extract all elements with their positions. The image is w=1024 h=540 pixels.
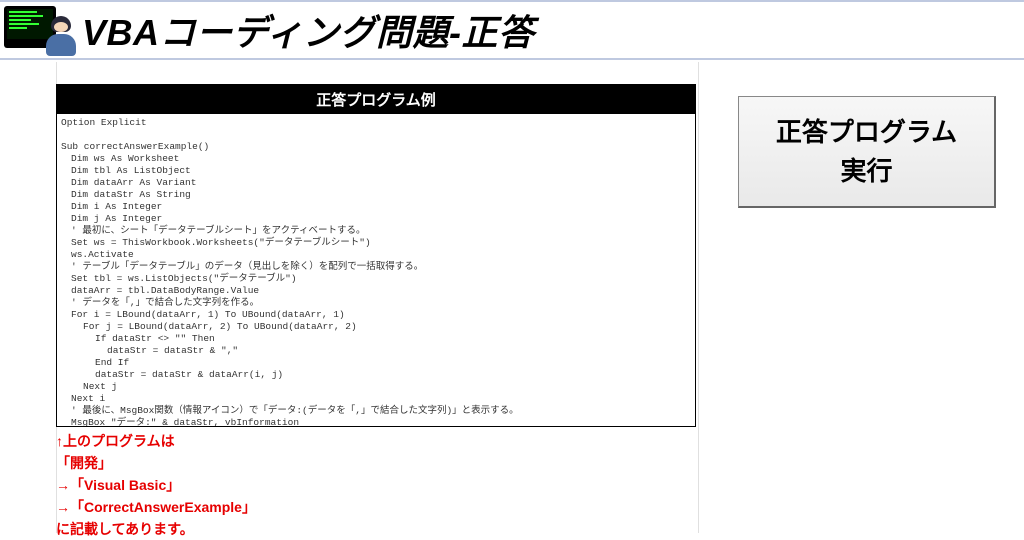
note-line: →「Visual Basic」 xyxy=(56,474,256,496)
run-button-line2: 実行 xyxy=(840,152,892,191)
note-line: 「開発」 xyxy=(56,452,256,474)
programmer-icon xyxy=(4,4,82,56)
code-line: Option Explicit xyxy=(61,117,691,129)
note-line: →「CorrectAnswerExample」 xyxy=(56,496,256,518)
code-line: ws.Activate xyxy=(61,249,691,261)
notes-text: ↑上のプログラムは「開発」→「Visual Basic」→「CorrectAns… xyxy=(56,430,256,540)
code-line: Next i xyxy=(61,393,691,405)
code-line: ' テーブル「データテーブル」のデータ（見出しを除く）を配列で一括取得する。 xyxy=(61,261,691,273)
code-line: Dim j As Integer xyxy=(61,213,691,225)
code-line: ' データを「,」で結合した文字列を作る。 xyxy=(61,297,691,309)
code-line: Next j xyxy=(61,381,691,393)
run-button-line1: 正答プログラム xyxy=(776,113,957,152)
code-body: Option Explicit Sub correctAnswerExample… xyxy=(57,114,695,426)
code-line: Dim dataArr As Variant xyxy=(61,177,691,189)
right-panel: 正答プログラム 実行 xyxy=(724,84,1006,427)
code-line: For i = LBound(dataArr, 1) To UBound(dat… xyxy=(61,309,691,321)
code-line: MsgBox "データ:" & dataStr, vbInformation xyxy=(61,417,691,426)
code-line: dataStr = dataStr & "," xyxy=(61,345,691,357)
note-line: ↑上のプログラムは xyxy=(56,430,256,452)
title-bar: VBAコーディング問題-正答 xyxy=(0,0,1024,60)
run-answer-button[interactable]: 正答プログラム 実行 xyxy=(738,96,996,208)
code-line: Set ws = ThisWorkbook.Worksheets("データテーブ… xyxy=(61,237,691,249)
code-line: ' 最後に、MsgBox関数（情報アイコン）で「データ:(データを「,」で結合し… xyxy=(61,405,691,417)
code-line: Dim ws As Worksheet xyxy=(61,153,691,165)
code-line: dataArr = tbl.DataBodyRange.Value xyxy=(61,285,691,297)
page-title: VBAコーディング問題-正答 xyxy=(82,4,534,56)
code-line: Sub correctAnswerExample() xyxy=(61,141,691,153)
code-line: ' 最初に、シート「データテーブルシート」をアクティベートする。 xyxy=(61,225,691,237)
note-line: に記載してあります。 xyxy=(56,518,256,540)
main-content: 正答プログラム例 Option Explicit Sub correctAnsw… xyxy=(0,60,1024,427)
code-line: Dim i As Integer xyxy=(61,201,691,213)
code-header: 正答プログラム例 xyxy=(57,85,695,114)
code-line: dataStr = dataStr & dataArr(i, j) xyxy=(61,369,691,381)
code-line: Dim tbl As ListObject xyxy=(61,165,691,177)
code-line: Set tbl = ws.ListObjects("データテーブル") xyxy=(61,273,691,285)
code-line: End If xyxy=(61,357,691,369)
code-line xyxy=(61,129,691,141)
code-panel: 正答プログラム例 Option Explicit Sub correctAnsw… xyxy=(56,84,696,427)
code-line: If dataStr <> "" Then xyxy=(61,333,691,345)
code-line: Dim dataStr As String xyxy=(61,189,691,201)
code-line: For j = LBound(dataArr, 2) To UBound(dat… xyxy=(61,321,691,333)
